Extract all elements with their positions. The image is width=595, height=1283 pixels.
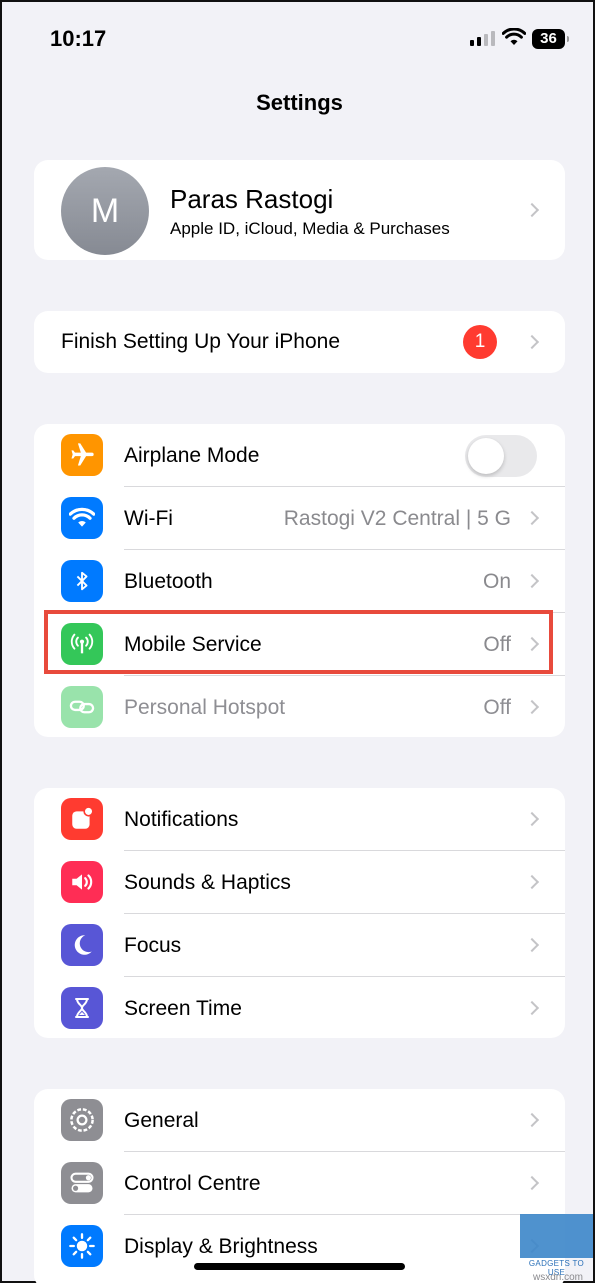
general-label: General xyxy=(124,1109,199,1132)
wifi-row[interactable]: Wi-Fi Rastogi V2 Central | 5 G xyxy=(34,487,565,550)
home-indicator[interactable] xyxy=(194,1263,405,1270)
connectivity-group: Airplane Mode Wi-Fi Rastogi V2 Central |… xyxy=(34,424,565,737)
focus-label: Focus xyxy=(124,934,182,957)
sounds-haptics-row[interactable]: Sounds & Haptics xyxy=(34,851,565,914)
notifications-label: Notifications xyxy=(124,808,239,831)
highlight-box xyxy=(44,610,553,674)
battery-icon: 36 xyxy=(532,29,569,49)
chevron-right-icon xyxy=(524,937,540,953)
airplane-mode-row: Airplane Mode xyxy=(34,424,565,487)
notifications-group: Notifications Sounds & Haptics Focus Scr… xyxy=(34,788,565,1038)
page-title: Settings xyxy=(256,90,343,115)
gear-icon xyxy=(61,1099,103,1141)
sun-icon xyxy=(61,1225,103,1267)
speaker-icon xyxy=(61,861,103,903)
chevron-right-icon xyxy=(524,1000,540,1016)
chevron-right-icon xyxy=(524,1112,540,1128)
airplane-mode-label: Airplane Mode xyxy=(124,444,260,467)
bluetooth-value: On xyxy=(482,570,511,593)
moon-icon xyxy=(61,924,103,966)
chevron-right-icon xyxy=(524,202,540,218)
status-time: 10:17 xyxy=(50,26,107,51)
control-centre-row[interactable]: Control Centre xyxy=(34,1152,565,1215)
notification-badge: 1 xyxy=(463,325,497,359)
bluetooth-label: Bluetooth xyxy=(124,570,213,593)
sounds-haptics-label: Sounds & Haptics xyxy=(124,871,291,894)
switches-icon xyxy=(61,1162,103,1204)
chevron-right-icon xyxy=(524,874,540,890)
chevron-right-icon xyxy=(524,811,540,827)
apple-id-profile-row[interactable]: M Paras Rastogi Apple ID, iCloud, Media … xyxy=(34,160,565,260)
focus-row[interactable]: Focus xyxy=(34,914,565,977)
avatar: M xyxy=(61,167,149,255)
watermark-logo: GADGETS TO USE xyxy=(520,1214,593,1277)
profile-name: Paras Rastogi xyxy=(170,184,334,214)
link-icon xyxy=(61,686,103,728)
screen-time-label: Screen Time xyxy=(124,997,242,1020)
profile-subtitle: Apple ID, iCloud, Media & Purchases xyxy=(170,219,450,238)
bell-icon xyxy=(61,798,103,840)
general-group: General Control Centre Display & Brightn… xyxy=(34,1089,565,1283)
finish-setup-label: Finish Setting Up Your iPhone xyxy=(61,330,341,353)
wifi-label: Wi-Fi xyxy=(124,507,173,530)
chevron-right-icon xyxy=(524,573,540,589)
finish-setup-row[interactable]: Finish Setting Up Your iPhone 1 xyxy=(34,311,565,373)
chevron-right-icon xyxy=(524,1175,540,1191)
bluetooth-icon xyxy=(61,560,103,602)
wifi-value: Rastogi V2 Central | 5 G xyxy=(283,507,511,530)
status-bar: 10:17 36 xyxy=(2,2,595,72)
hourglass-icon xyxy=(61,987,103,1029)
bluetooth-row[interactable]: Bluetooth On xyxy=(34,550,565,613)
personal-hotspot-row[interactable]: Personal Hotspot Off xyxy=(34,676,565,737)
chevron-right-icon xyxy=(524,699,540,715)
general-row[interactable]: General xyxy=(34,1089,565,1152)
airplane-mode-toggle[interactable] xyxy=(465,435,537,477)
watermark-site: wsxdn.com xyxy=(532,1272,583,1283)
wifi-status-icon xyxy=(502,28,526,45)
airplane-icon xyxy=(61,434,103,476)
chevron-right-icon xyxy=(524,334,540,350)
control-centre-label: Control Centre xyxy=(124,1172,261,1195)
cellular-signal-icon xyxy=(470,31,495,46)
wifi-icon xyxy=(61,497,103,539)
chevron-right-icon xyxy=(524,510,540,526)
display-brightness-label: Display & Brightness xyxy=(124,1235,318,1258)
notifications-row[interactable]: Notifications xyxy=(34,788,565,851)
personal-hotspot-label: Personal Hotspot xyxy=(124,696,286,719)
personal-hotspot-value: Off xyxy=(483,696,511,719)
screen-time-row[interactable]: Screen Time xyxy=(34,977,565,1038)
